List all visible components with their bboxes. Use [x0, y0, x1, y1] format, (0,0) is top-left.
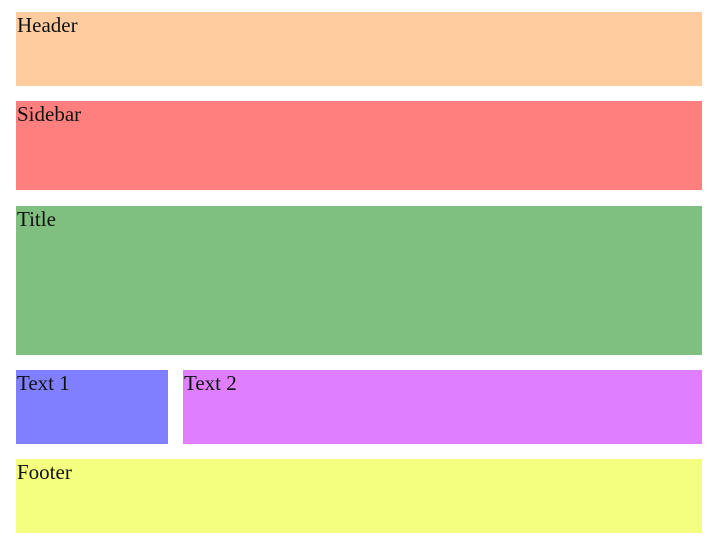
sidebar-label: Sidebar — [17, 102, 82, 126]
title-label: Title — [17, 207, 56, 231]
layout-canvas: Header Sidebar Title Text 1 Text 2 Foote… — [0, 0, 716, 546]
text-2-label: Text 2 — [184, 371, 237, 395]
footer-region: Footer — [16, 459, 702, 533]
sidebar-region: Sidebar — [16, 101, 702, 190]
header-label: Header — [17, 13, 78, 37]
footer-label: Footer — [17, 460, 72, 484]
header-region: Header — [16, 12, 702, 86]
text-1-region: Text 1 — [16, 370, 168, 444]
text-2-region: Text 2 — [183, 370, 702, 444]
title-region: Title — [16, 206, 702, 355]
text-1-label: Text 1 — [17, 371, 70, 395]
